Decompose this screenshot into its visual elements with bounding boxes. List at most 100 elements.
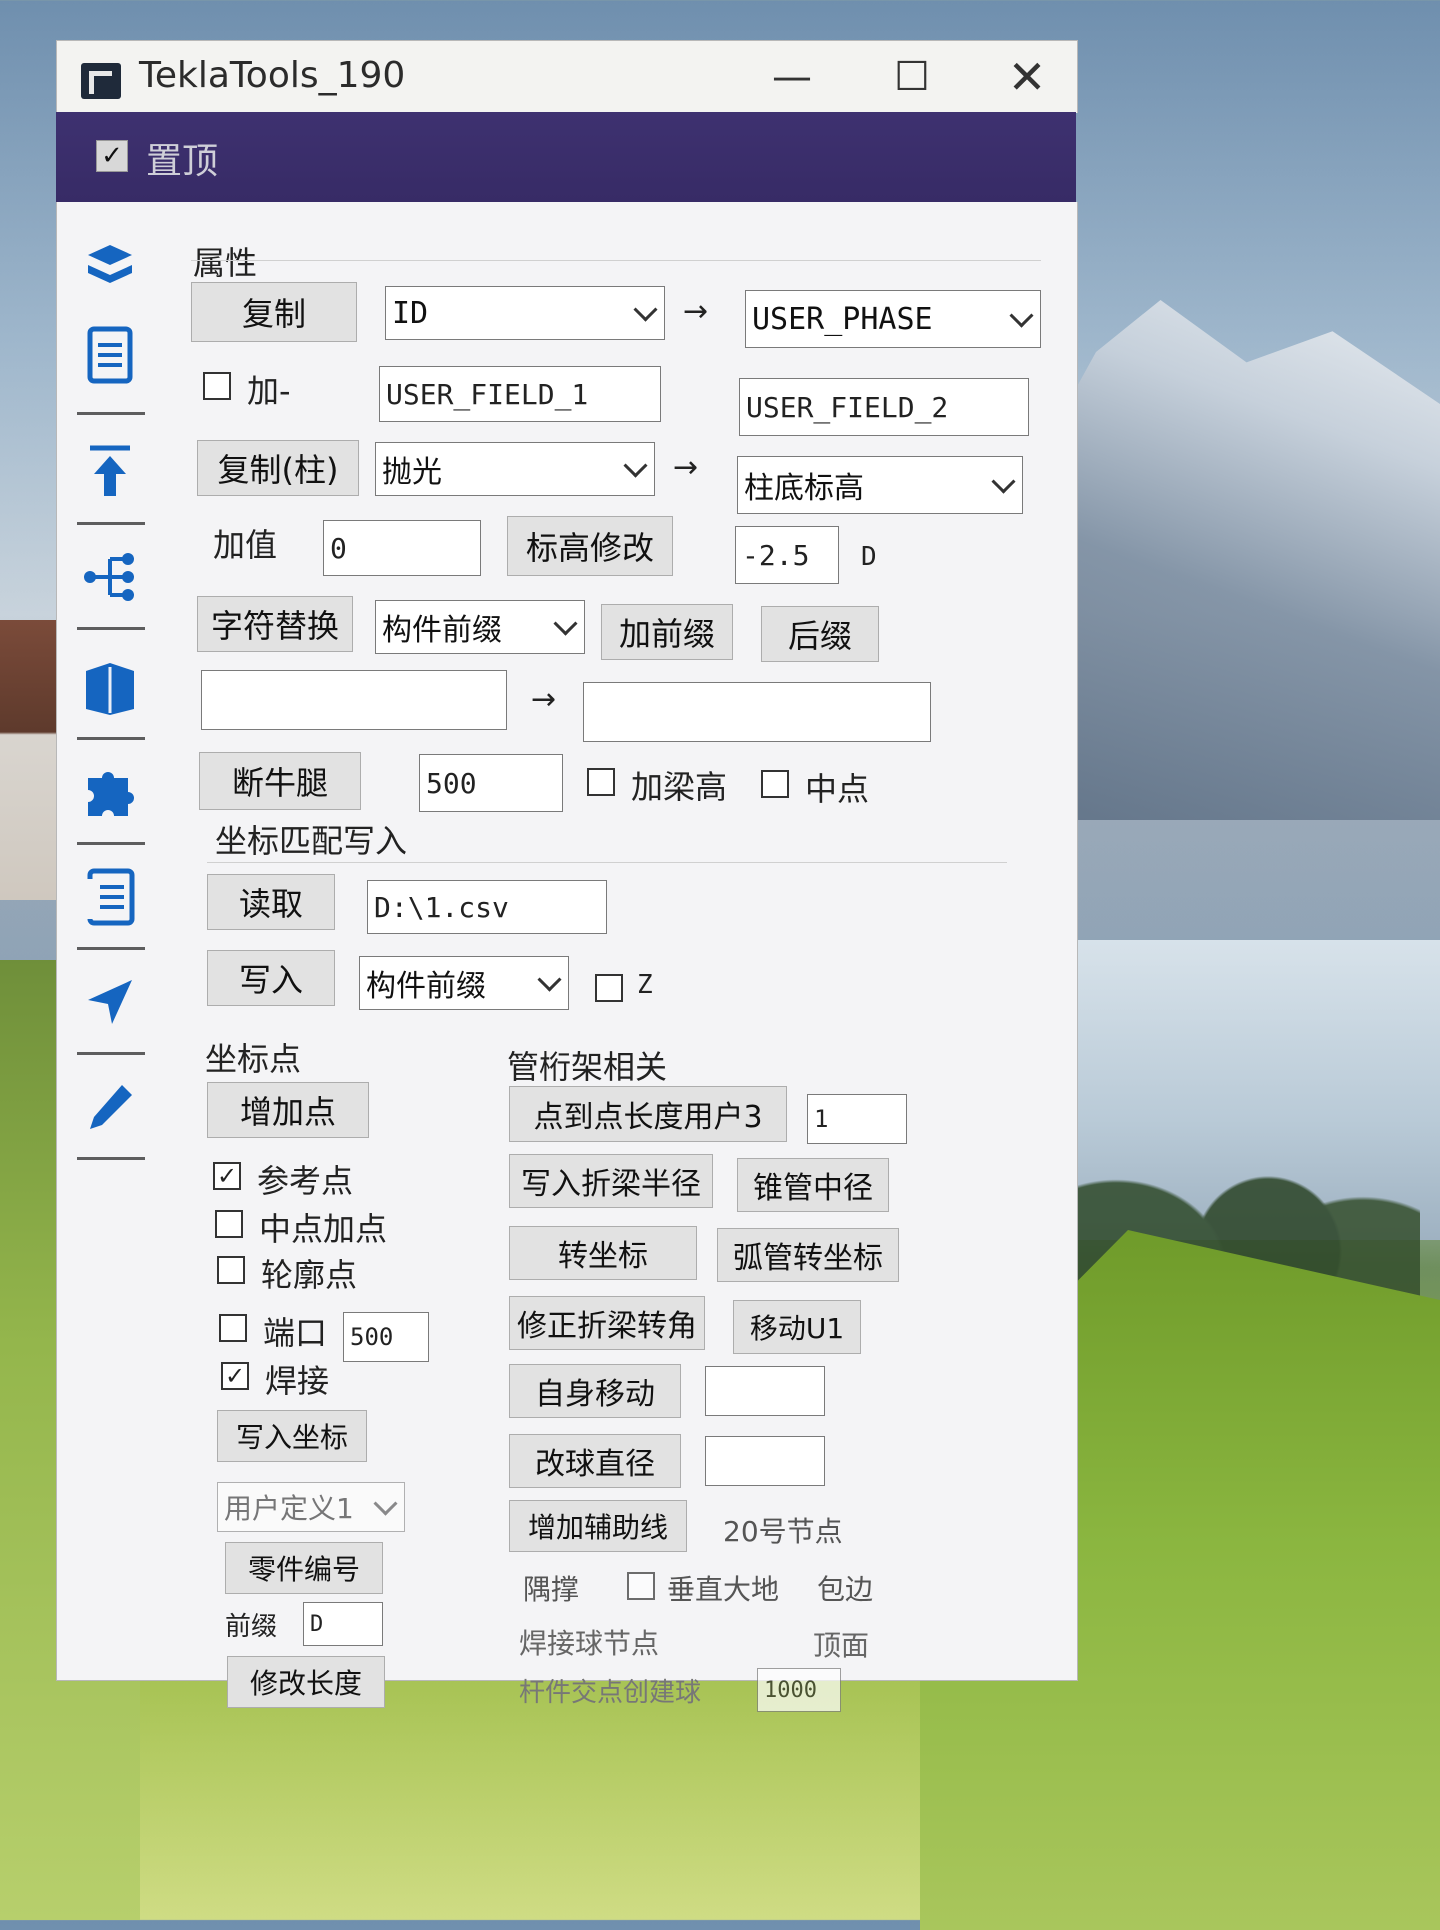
outline-point-checkbox[interactable] bbox=[217, 1256, 245, 1284]
column-target-value: 柱底标高 bbox=[744, 471, 864, 506]
port-value-input[interactable]: 500 bbox=[343, 1312, 429, 1362]
teklatools-window: TeklaTools_190 — ☐ ✕ ✓ 置顶 属性 复制 ID → USE… bbox=[56, 40, 1078, 1712]
write-fold-radius-button[interactable]: 写入折梁半径 bbox=[509, 1154, 713, 1208]
convert-coord-button[interactable]: 转坐标 bbox=[509, 1226, 697, 1280]
member-intersect-input[interactable]: 1000 bbox=[757, 1668, 841, 1712]
pipe-truss-section-label: 管桁架相关 bbox=[507, 1048, 668, 1086]
section-divider bbox=[191, 260, 1041, 261]
title-bar[interactable]: TeklaTools_190 — ☐ ✕ bbox=[56, 40, 1078, 113]
chevron-down-icon bbox=[623, 453, 648, 478]
minimize-button[interactable]: — bbox=[757, 51, 827, 103]
weld-checkbox[interactable]: ✓ bbox=[221, 1362, 249, 1390]
p2p-length-button[interactable]: 点到点长度用户3 bbox=[509, 1086, 787, 1142]
pen-icon[interactable] bbox=[73, 1072, 147, 1142]
ref-point-checkbox[interactable]: ✓ bbox=[213, 1162, 241, 1190]
p2p-value-input[interactable]: 1 bbox=[807, 1094, 907, 1144]
menu-bar: ✓ 置顶 bbox=[56, 112, 1076, 202]
prefix-label: 前缀 bbox=[225, 1612, 278, 1642]
ball-diameter-input[interactable] bbox=[705, 1436, 825, 1486]
copy-button[interactable]: 复制 bbox=[191, 282, 357, 342]
write-button[interactable]: 写入 bbox=[207, 950, 335, 1006]
node-20-label[interactable]: 20号节点 bbox=[723, 1510, 843, 1550]
add-beam-height-label: 加梁高 bbox=[631, 768, 728, 806]
copy-column-button[interactable]: 复制(柱) bbox=[197, 440, 359, 496]
move-u1-button[interactable]: 移动U1 bbox=[733, 1300, 861, 1354]
cone-mid-diameter-button[interactable]: 锥管中径 bbox=[737, 1158, 889, 1212]
maximize-button[interactable]: ☐ bbox=[877, 51, 947, 103]
replace-mode-select[interactable]: 构件前缀 bbox=[375, 600, 585, 654]
topmost-checkbox[interactable]: ✓ bbox=[96, 140, 128, 172]
write-coord-button[interactable]: 写入坐标 bbox=[217, 1410, 367, 1462]
mid-add-point-checkbox[interactable] bbox=[215, 1210, 243, 1238]
part-number-button[interactable]: 零件编号 bbox=[225, 1542, 383, 1594]
replace-to-input[interactable] bbox=[583, 682, 931, 742]
add-dash-label: 加- bbox=[247, 372, 291, 410]
break-corbel-button[interactable]: 断牛腿 bbox=[199, 752, 361, 810]
modify-length-button[interactable]: 修改长度 bbox=[227, 1656, 385, 1708]
top-face-label[interactable]: 顶面 bbox=[813, 1624, 869, 1664]
copy-source-select[interactable]: ID bbox=[385, 286, 665, 340]
self-move-button[interactable]: 自身移动 bbox=[509, 1364, 681, 1418]
user-defined-select[interactable]: 用户定义1 bbox=[217, 1482, 405, 1532]
copy-target-value: USER_PHASE bbox=[752, 301, 933, 337]
topmost-label: 置顶 bbox=[146, 141, 219, 182]
midpoint-label: 中点 bbox=[805, 770, 870, 808]
share-tree-icon[interactable] bbox=[73, 542, 147, 612]
ball-diameter-button[interactable]: 改球直径 bbox=[509, 1434, 681, 1488]
elevation-modify-button[interactable]: 标高修改 bbox=[507, 516, 673, 576]
write-mode-value: 构件前缀 bbox=[366, 969, 486, 1004]
sidebar-divider bbox=[77, 947, 145, 950]
chevron-down-icon bbox=[1009, 303, 1034, 328]
add-beam-height-checkbox[interactable] bbox=[587, 768, 615, 796]
arc-convert-coord-button[interactable]: 弧管转坐标 bbox=[717, 1228, 899, 1282]
elevation-value-input[interactable]: -2.5 bbox=[735, 526, 839, 584]
replace-mode-value: 构件前缀 bbox=[382, 613, 502, 648]
member-intersect-ball-label[interactable]: 杆件交点创建球 bbox=[519, 1672, 701, 1709]
client-area: 属性 复制 ID → USER_PHASE 加- USER_FIELD_1 US… bbox=[56, 202, 1078, 1712]
layers-icon[interactable] bbox=[73, 232, 147, 302]
wrap-edge-label[interactable]: 包边 bbox=[817, 1568, 873, 1608]
user-field-2-input[interactable]: USER_FIELD_2 bbox=[739, 378, 1029, 436]
add-point-button[interactable]: 增加点 bbox=[207, 1082, 369, 1138]
user-field-1-input[interactable]: USER_FIELD_1 bbox=[379, 366, 661, 422]
weld-label: 焊接 bbox=[265, 1362, 330, 1400]
csv-path-input[interactable]: D:\1.csv bbox=[367, 880, 607, 934]
right-arrow-icon: → bbox=[531, 682, 557, 717]
navigate-arrow-icon[interactable] bbox=[73, 967, 147, 1037]
column-source-select[interactable]: 抛光 bbox=[375, 442, 655, 496]
user-defined-value: 用户定义1 bbox=[224, 1492, 354, 1525]
z-checkbox[interactable] bbox=[595, 974, 623, 1002]
prefix-input[interactable]: D bbox=[303, 1602, 383, 1646]
sidebar-divider bbox=[77, 737, 145, 740]
add-aux-line-button[interactable]: 增加辅助线 bbox=[509, 1500, 687, 1552]
list-document-icon[interactable] bbox=[73, 862, 147, 932]
add-prefix-button[interactable]: 加前缀 bbox=[601, 604, 733, 660]
puzzle-icon[interactable] bbox=[73, 757, 147, 827]
weld-ball-node-label[interactable]: 焊接球节点 bbox=[519, 1622, 659, 1662]
upload-arrow-icon[interactable] bbox=[73, 437, 147, 507]
close-button[interactable]: ✕ bbox=[992, 50, 1062, 104]
book-icon[interactable] bbox=[73, 652, 147, 722]
read-button[interactable]: 读取 bbox=[207, 874, 335, 930]
copy-target-select[interactable]: USER_PHASE bbox=[745, 290, 1041, 348]
add-value-input[interactable]: 0 bbox=[323, 520, 481, 576]
app-icon bbox=[81, 63, 121, 99]
side-toolbar bbox=[73, 222, 151, 1402]
replace-from-input[interactable] bbox=[201, 670, 507, 730]
sidebar-divider bbox=[77, 842, 145, 845]
fix-fold-angle-button[interactable]: 修正折梁转角 bbox=[509, 1296, 705, 1350]
right-arrow-icon: → bbox=[673, 450, 699, 485]
port-checkbox[interactable] bbox=[219, 1314, 247, 1342]
vertical-ground-checkbox[interactable] bbox=[627, 1572, 655, 1600]
column-target-select[interactable]: 柱底标高 bbox=[737, 456, 1023, 514]
write-mode-select[interactable]: 构件前缀 bbox=[359, 956, 569, 1010]
self-move-input[interactable] bbox=[705, 1366, 825, 1416]
suffix-button[interactable]: 后缀 bbox=[761, 606, 879, 662]
char-replace-button[interactable]: 字符替换 bbox=[197, 596, 353, 652]
brace-label[interactable]: 隅撑 bbox=[523, 1568, 579, 1608]
corbel-value-input[interactable]: 500 bbox=[419, 754, 563, 812]
midpoint-checkbox[interactable] bbox=[761, 770, 789, 798]
add-dash-checkbox[interactable] bbox=[203, 372, 231, 400]
document-icon[interactable] bbox=[73, 322, 147, 392]
coord-points-section-label: 坐标点 bbox=[205, 1040, 302, 1078]
